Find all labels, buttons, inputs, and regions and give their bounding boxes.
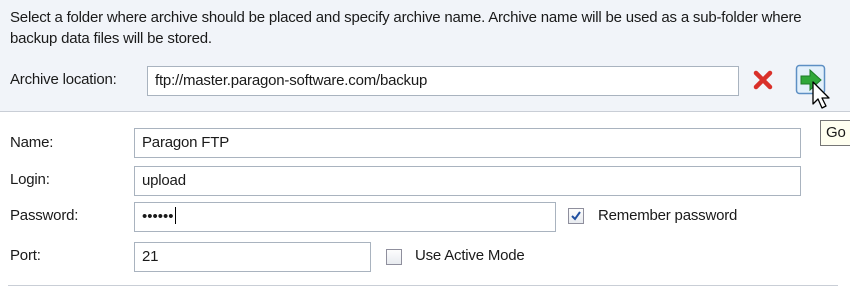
login-label: Login: xyxy=(10,171,50,188)
section-divider-bottom xyxy=(8,285,838,286)
clear-location-button[interactable] xyxy=(752,69,774,91)
red-x-icon xyxy=(753,70,773,90)
text-caret xyxy=(174,207,176,224)
archive-location-label: Archive location: xyxy=(10,71,117,88)
use-active-mode-checkbox[interactable] xyxy=(386,249,402,265)
name-input[interactable]: Paragon FTP xyxy=(134,128,801,158)
go-tooltip: Go xyxy=(820,120,850,146)
archive-location-input[interactable]: ftp://master.paragon-software.com/backup xyxy=(147,66,739,96)
remember-password-label[interactable]: Remember password xyxy=(598,206,737,226)
section-divider-top xyxy=(0,111,850,112)
login-input[interactable]: upload xyxy=(134,166,801,196)
mouse-cursor-icon xyxy=(812,81,830,109)
use-active-mode-label[interactable]: Use Active Mode xyxy=(415,246,525,266)
name-label: Name: xyxy=(10,134,54,151)
password-input[interactable]: •••••• xyxy=(134,202,556,232)
instructions-text: Select a folder where archive should be … xyxy=(10,9,802,47)
remember-password-checkbox[interactable] xyxy=(568,208,584,224)
password-masked-value: •••••• xyxy=(142,208,174,225)
password-label: Password: xyxy=(10,207,79,224)
checkmark-icon xyxy=(571,211,581,221)
port-label: Port: xyxy=(10,247,41,264)
port-input[interactable]: 21 xyxy=(134,242,371,272)
